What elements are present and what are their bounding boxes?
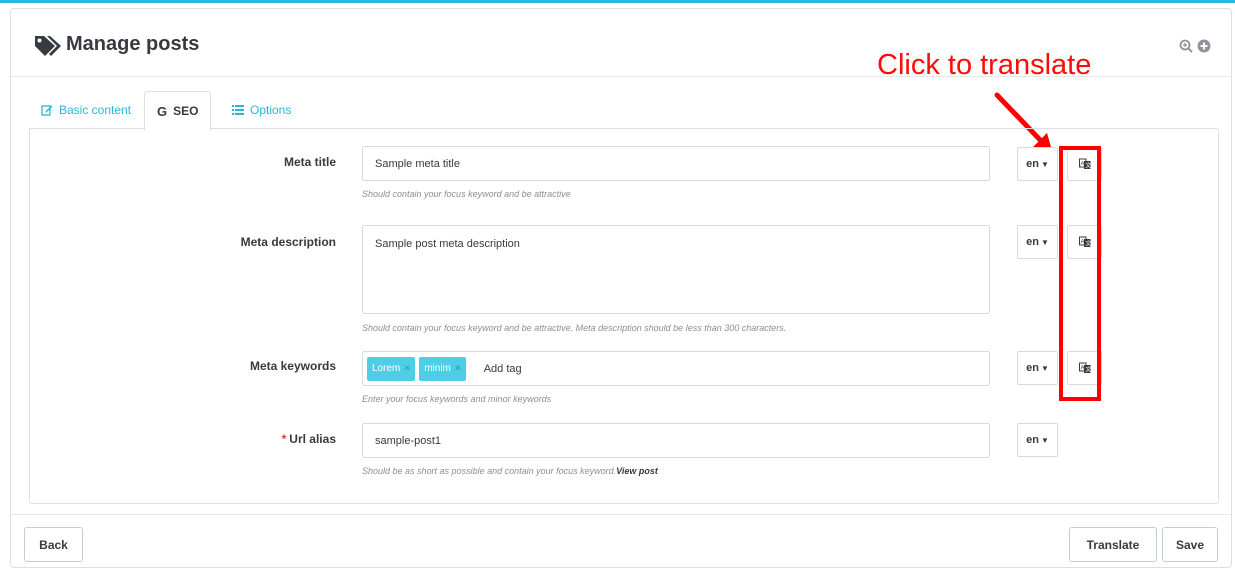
required-mark: *	[281, 432, 287, 446]
tab-seo-label: SEO	[173, 104, 199, 118]
save-button[interactable]: Save	[1162, 527, 1218, 562]
meta-keywords-label-box: Meta keywords	[30, 359, 336, 373]
meta-title-help: Should contain your focus keyword and be…	[362, 189, 571, 199]
meta-description-lang-label: en	[1026, 236, 1039, 248]
caret-down-icon: ▼	[1040, 363, 1049, 373]
meta-description-label: Meta description	[240, 235, 336, 249]
url-alias-help: Should be as short as possible and conta…	[362, 466, 658, 476]
meta-keywords-help: Enter your focus keywords and minor keyw…	[362, 394, 552, 404]
click-to-translate-annotation: Click to translate	[877, 49, 1092, 81]
top-accent-bar	[0, 0, 1235, 3]
url-alias-lang-label: en	[1026, 434, 1039, 446]
tab-options-label: Options	[250, 103, 292, 117]
back-button[interactable]: Back	[24, 527, 83, 562]
page: Manage posts Click to translate Basic co…	[0, 0, 1235, 572]
caret-down-icon: ▼	[1040, 159, 1049, 169]
keyword-tag-label: Lorem	[372, 363, 401, 374]
footer-divider	[11, 514, 1231, 515]
caret-down-icon: ▼	[1040, 435, 1049, 445]
remove-tag-icon[interactable]: ×	[404, 363, 410, 374]
meta-description-textarea[interactable]: Sample post meta description	[362, 225, 990, 314]
meta-title-label-box: Meta title	[30, 155, 336, 169]
remove-tag-icon[interactable]: ×	[455, 363, 461, 374]
url-alias-help-text: Should be as short as possible and conta…	[362, 466, 617, 476]
meta-title-lang-label: en	[1026, 158, 1039, 170]
google-icon: G	[157, 103, 168, 119]
meta-keywords-lang-select[interactable]: en ▼	[1017, 351, 1058, 385]
url-alias-input[interactable]: sample-post1	[362, 423, 990, 458]
plus-circle-icon[interactable]	[1197, 39, 1211, 53]
view-post-link[interactable]: View post	[616, 466, 658, 476]
manage-posts-panel: Manage posts Click to translate Basic co…	[10, 8, 1232, 568]
add-tag-input[interactable]: Add tag	[484, 363, 522, 375]
zoom-icon[interactable]	[1179, 39, 1193, 53]
meta-keywords-tag-input[interactable]: Lorem × minim × Add tag	[362, 351, 990, 386]
tab-seo[interactable]: G SEO	[144, 91, 212, 131]
tab-basic-content-label: Basic content	[59, 103, 132, 117]
translate-buttons-highlight	[1059, 146, 1101, 401]
meta-description-help: Should contain your focus keyword and be…	[362, 323, 787, 333]
keyword-tag: Lorem ×	[367, 356, 416, 381]
edit-icon	[41, 105, 53, 116]
keyword-tag: minim ×	[419, 356, 466, 381]
url-alias-lang-select[interactable]: en ▼	[1017, 423, 1058, 457]
url-alias-label-text: Url alias	[289, 432, 336, 446]
list-icon	[232, 105, 244, 115]
translate-button[interactable]: Translate	[1069, 527, 1157, 562]
caret-down-icon: ▼	[1040, 237, 1049, 247]
meta-description-label-box: Meta description	[30, 235, 336, 249]
page-title: Manage posts	[66, 33, 200, 55]
meta-title-lang-select[interactable]: en ▼	[1017, 147, 1058, 181]
tab-options[interactable]: Options	[220, 91, 303, 129]
meta-title-input[interactable]: Sample meta title	[362, 146, 990, 181]
meta-keywords-label: Meta keywords	[249, 359, 336, 373]
tab-basic-content[interactable]: Basic content	[29, 91, 143, 129]
url-alias-label: * Url alias	[282, 432, 336, 446]
meta-keywords-lang-label: en	[1026, 362, 1039, 374]
seo-tab-content: Meta title Sample meta title Should cont…	[29, 128, 1219, 504]
url-alias-label-box: * Url alias	[30, 432, 336, 446]
meta-title-label: Meta title	[283, 155, 336, 169]
meta-description-lang-select[interactable]: en ▼	[1017, 225, 1058, 259]
keyword-tag-label: minim	[424, 363, 451, 374]
tags-icon	[35, 36, 61, 56]
